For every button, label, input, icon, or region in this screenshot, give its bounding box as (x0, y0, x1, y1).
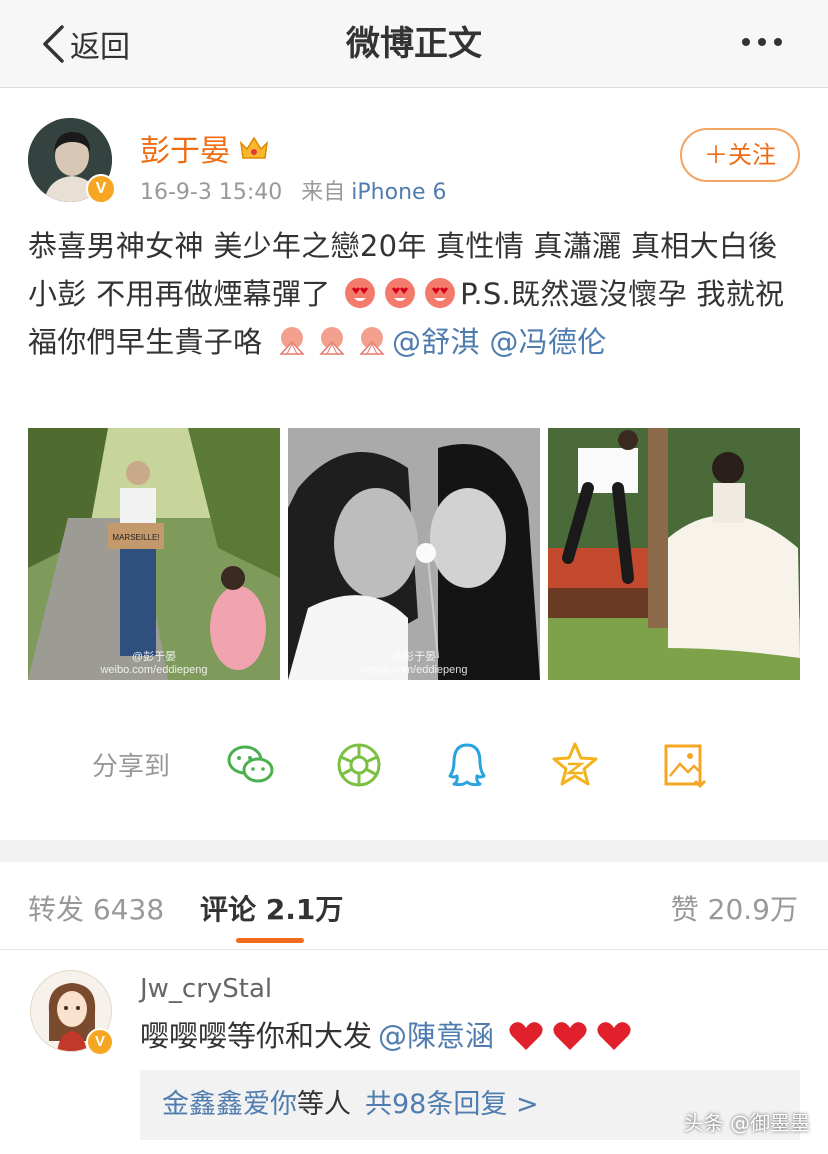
mention-link[interactable]: @舒淇 (392, 325, 480, 359)
tab-like-count: 20.9万 (707, 893, 798, 926)
tab-comment[interactable]: 评论 2.1万 (200, 888, 343, 928)
nav-bar: 返回 微博正文 (0, 0, 828, 88)
sign-text: MARSEILLE! (112, 533, 159, 542)
heart-icon (509, 1022, 543, 1050)
post-source: iPhone 6 (351, 180, 447, 205)
source-prefix: 来自 (301, 180, 346, 205)
heart-eyes-emoji-icon (345, 278, 376, 308)
save-image-icon[interactable] (660, 740, 710, 790)
author-name-text: 彭于晏 (140, 134, 230, 169)
qzone-icon[interactable] (550, 740, 600, 790)
verified-badge: V (86, 1028, 114, 1056)
moments-icon[interactable] (334, 740, 384, 790)
tab-repost-count: 6438 (92, 893, 165, 926)
more-dots-icon[interactable] (742, 38, 782, 46)
fan-emoji-icon (279, 327, 305, 355)
photo-1[interactable]: MARSEILLE! @彭于晏 weibo.com/eddiepeng (28, 428, 280, 680)
comment-text: 嘤嘤嘤等你和大发 @陳意涵 (140, 1016, 632, 1056)
reply-suffix: 等人 (297, 1089, 351, 1120)
comment-body: 嘤嘤嘤等你和大发 (140, 1019, 373, 1053)
reply-count-link[interactable]: 共98条回复 > (365, 1089, 539, 1120)
tab-repost-label: 转发 (28, 893, 85, 926)
image-watermark: 头条 @御墨墨 (683, 1111, 810, 1135)
heart-icon (597, 1022, 631, 1050)
tab-like[interactable]: 赞 20.9万 (671, 888, 798, 928)
page-title: 微博正文 (346, 24, 482, 64)
share-bar: 分享到 (0, 730, 828, 800)
tab-comment-count: 2.1万 (265, 893, 344, 926)
author-name[interactable]: 彭于晏 (140, 126, 270, 170)
photo-2[interactable]: @彭于晏 weibo.com/eddiepeng (288, 428, 540, 680)
stats-tabs: 转发 6438 评论 2.1万 赞 20.9万 (0, 862, 828, 950)
photo-grid: MARSEILLE! @彭于晏 weibo.com/eddiepeng @彭于晏… (28, 428, 800, 680)
heart-icon (553, 1022, 587, 1050)
tab-comment-label: 评论 (200, 893, 257, 926)
tab-repost[interactable]: 转发 6438 (28, 888, 164, 928)
verified-badge: V (86, 174, 116, 204)
photo-3[interactable] (548, 428, 800, 680)
post-text: 恭喜男神女神 美少年之戀20年 真性情 真瀟灑 真相大白後 小彭 不用再做煙幕彈… (28, 222, 804, 366)
heart-eyes-emoji-icon (425, 278, 456, 308)
follow-button[interactable]: ＋关注 (680, 128, 800, 182)
heart-eyes-emoji-icon (385, 278, 416, 308)
share-label: 分享到 (92, 752, 171, 782)
qq-icon[interactable] (442, 740, 492, 790)
wechat-icon[interactable] (226, 740, 276, 790)
section-divider (0, 840, 828, 862)
mention-link[interactable]: @陳意涵 (378, 1016, 494, 1056)
post-date: 16-9-3 15:40 (140, 180, 283, 205)
photo-watermark: @彭于晏 weibo.com/eddiepeng (100, 651, 208, 676)
fan-emoji-icon (319, 327, 345, 355)
tab-like-label: 赞 (670, 893, 699, 926)
photo-watermark: @彭于晏 weibo.com/eddiepeng (360, 651, 468, 676)
reply-author[interactable]: 金鑫鑫爱你 (162, 1089, 297, 1120)
post-meta: 16-9-3 15:40 来自 iPhone 6 (140, 174, 447, 206)
fan-emoji-icon (359, 327, 385, 355)
crown-icon (239, 136, 269, 159)
active-tab-indicator (236, 938, 304, 943)
commenter-name[interactable]: Jw_cryStal (140, 974, 272, 1004)
mention-link[interactable]: @冯德伦 (489, 325, 606, 359)
